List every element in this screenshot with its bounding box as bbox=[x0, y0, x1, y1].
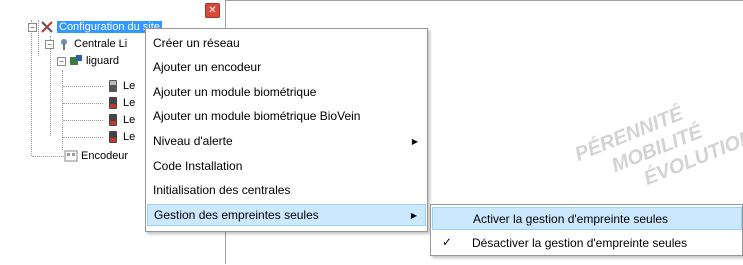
context-menu: Créer un réseau Ajouter un encodeur Ajou… bbox=[145, 28, 428, 232]
tree-item-label: Encodeur bbox=[81, 150, 129, 162]
encoder-icon bbox=[64, 149, 78, 163]
submenu-item-enable[interactable]: Activer la gestion d'empreinte seules bbox=[432, 207, 742, 230]
tree-item-reader[interactable]: Le bbox=[106, 78, 135, 94]
collapse-icon[interactable]: − bbox=[57, 56, 66, 66]
tree-item-label: Le bbox=[123, 97, 136, 109]
network-icon bbox=[57, 37, 71, 51]
menu-item-label: Initialisation des centrales bbox=[153, 183, 291, 197]
menu-item-label: Créer un réseau bbox=[153, 36, 240, 50]
submenu-item-disable[interactable]: ✓ Désactiver la gestion d'empreinte seul… bbox=[432, 231, 742, 254]
menu-item-init-centrales[interactable]: Initialisation des centrales bbox=[147, 179, 426, 201]
menu-item-label: Gestion des empreintes seules bbox=[154, 208, 319, 222]
menu-item-create-network[interactable]: Créer un réseau bbox=[147, 32, 426, 54]
tree-item-label: Le bbox=[123, 114, 136, 126]
reader-icon bbox=[106, 113, 120, 127]
chevron-right-icon: ▶ bbox=[410, 210, 417, 220]
menu-item-install-code[interactable]: Code Installation bbox=[147, 155, 426, 177]
submenu-item-label: Activer la gestion d'empreinte seules bbox=[473, 211, 669, 226]
tree-item-label: liguard bbox=[86, 55, 120, 67]
menu-item-label: Ajouter un encodeur bbox=[153, 60, 262, 74]
tree-item-configuration[interactable]: − Configuration du site bbox=[28, 19, 162, 35]
submenu: Activer la gestion d'empreinte seules ✓ … bbox=[430, 204, 743, 256]
reader-icon bbox=[106, 79, 120, 93]
chevron-right-icon: ▶ bbox=[411, 136, 418, 146]
tree-item-label: Centrale Li bbox=[74, 38, 128, 50]
menu-item-label: Ajouter un module biométrique BioVein bbox=[153, 109, 361, 123]
reader-icon bbox=[106, 130, 120, 144]
device-icon bbox=[69, 54, 83, 68]
tree-item-label: Le bbox=[123, 131, 136, 143]
menu-item-alert-level[interactable]: Niveau d'alerte ▶ bbox=[147, 130, 426, 152]
tree-item-label: Le bbox=[123, 80, 136, 92]
tree-item-encodeur[interactable]: Encodeur bbox=[64, 148, 128, 164]
close-icon[interactable]: ✕ bbox=[205, 3, 220, 18]
tree-item-reader[interactable]: Le bbox=[106, 95, 135, 111]
tree-item-reader[interactable]: Le bbox=[106, 129, 135, 145]
reader-icon bbox=[106, 96, 120, 110]
tree-item-centrale[interactable]: − Centrale Li bbox=[45, 36, 127, 52]
menu-item-add-encoder[interactable]: Ajouter un encodeur bbox=[147, 56, 426, 78]
menu-item-add-biometric[interactable]: Ajouter un module biométrique bbox=[147, 81, 426, 103]
menu-item-label: Ajouter un module biométrique bbox=[153, 85, 317, 99]
menu-item-label: Code Installation bbox=[153, 159, 243, 173]
menu-item-label: Niveau d'alerte bbox=[153, 134, 233, 148]
menu-item-fingerprint-management[interactable]: Gestion des empreintes seules ▶ bbox=[147, 204, 426, 226]
collapse-icon[interactable]: − bbox=[28, 22, 37, 32]
check-icon: ✓ bbox=[442, 235, 453, 249]
menu-item-add-biovein[interactable]: Ajouter un module biométrique BioVein bbox=[147, 105, 426, 127]
tree-item-reader[interactable]: Le bbox=[106, 112, 135, 128]
tree-item-liguard[interactable]: − liguard bbox=[57, 53, 119, 69]
collapse-icon[interactable]: − bbox=[45, 39, 54, 49]
tools-icon bbox=[40, 20, 54, 34]
submenu-item-label: Désactiver la gestion d'empreinte seules bbox=[472, 235, 688, 250]
